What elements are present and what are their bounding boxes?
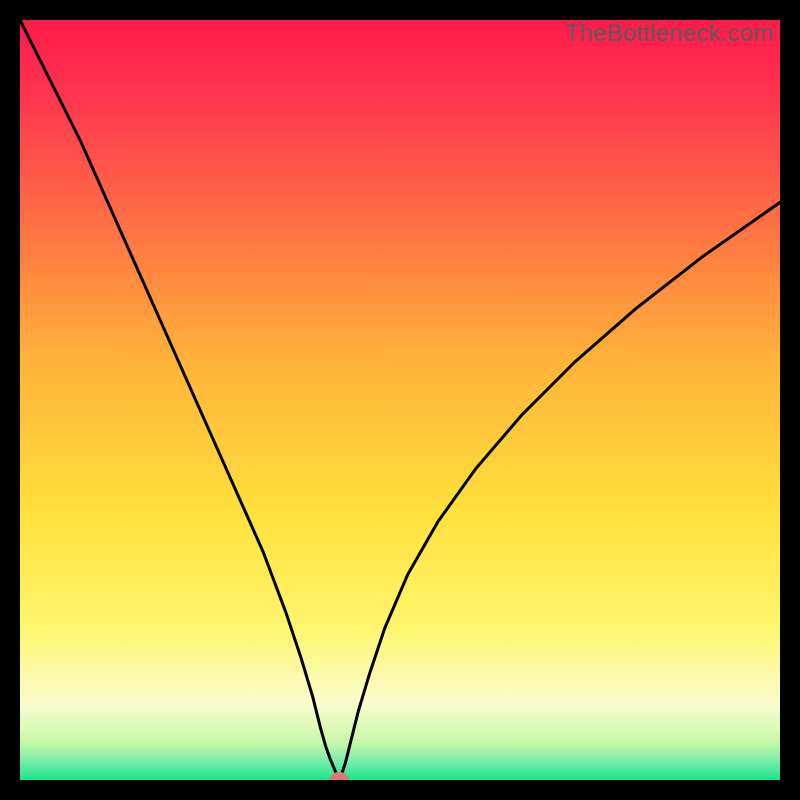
gradient-background bbox=[20, 20, 780, 780]
watermark-text: TheBottleneck.com bbox=[565, 20, 774, 48]
bottleneck-chart bbox=[20, 20, 780, 780]
chart-frame: TheBottleneck.com bbox=[20, 20, 780, 780]
